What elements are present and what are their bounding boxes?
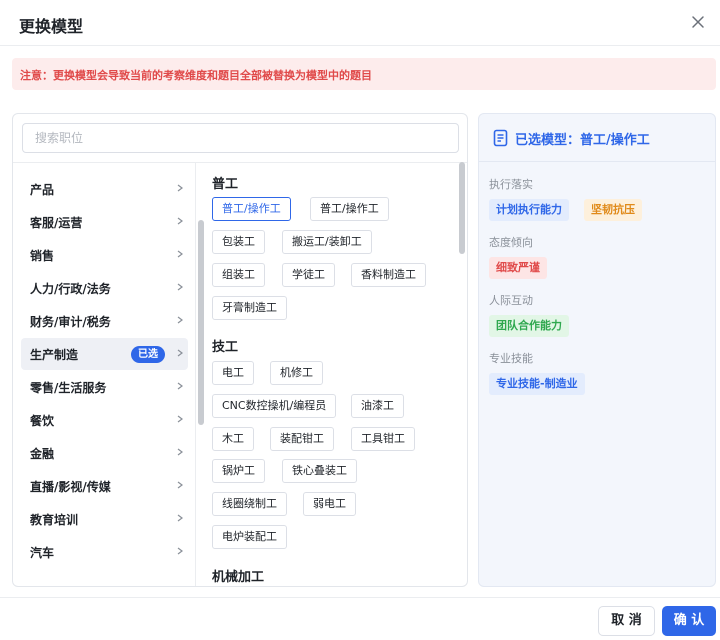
job-selector-panel: 产品 客服/运营 销售 人力/行政/法务 财务/审计/税务 生产制造 已选 零售… xyxy=(12,113,468,587)
category-label: 教育培训 xyxy=(30,513,79,527)
category-item[interactable]: 金融 xyxy=(21,437,188,469)
category-item[interactable]: 客服/运营 xyxy=(21,206,188,238)
category-item[interactable]: 直播/影视/传媒 xyxy=(21,470,188,502)
category-label: 直播/影视/传媒 xyxy=(30,480,111,494)
chevron-right-icon xyxy=(177,184,183,192)
job-chip[interactable]: 电炉装配工 xyxy=(212,525,287,549)
job-list: 普工 普工/操作工 普工/操作工 包装工 搬运工/装卸工 组装工 学徒工 香料制… xyxy=(196,163,458,586)
warning-banner: 注意：更换模型会导致当前的考察维度和题目全部被替换为模型中的题目 xyxy=(12,58,716,90)
selected-badge: 已选 xyxy=(131,346,165,363)
dialog-header: 更换模型 xyxy=(0,0,720,46)
job-chip[interactable]: 组装工 xyxy=(212,263,265,287)
chevron-right-icon xyxy=(177,382,183,390)
section-label: 执行落实 xyxy=(489,178,533,191)
dimension-tag: 专业技能-制造业 xyxy=(489,373,585,395)
chevron-right-icon xyxy=(177,514,183,522)
category-label: 生产制造 xyxy=(30,348,79,362)
category-label: 销售 xyxy=(30,249,55,263)
chevron-right-icon xyxy=(177,349,183,357)
chevron-right-icon xyxy=(177,283,183,291)
category-label: 人力/行政/法务 xyxy=(30,282,111,296)
category-item[interactable]: 汽车 xyxy=(21,536,188,568)
selected-model-header: 已选模型：普工/操作工 xyxy=(479,114,715,162)
document-icon xyxy=(493,129,508,147)
section-label: 态度倾向 xyxy=(489,236,533,249)
job-chip[interactable]: 弱电工 xyxy=(303,492,356,516)
job-chip[interactable]: 搬运工/装卸工 xyxy=(282,230,372,254)
category-label: 汽车 xyxy=(30,546,55,560)
close-icon[interactable] xyxy=(688,12,708,32)
category-item[interactable]: 教育培训 xyxy=(21,503,188,535)
chevron-right-icon xyxy=(177,481,183,489)
confirm-button[interactable]: 确 认 xyxy=(662,606,716,636)
category-item[interactable]: 销售 xyxy=(21,239,188,271)
category-item[interactable]: 零售/生活服务 xyxy=(21,371,188,403)
section-label: 专业技能 xyxy=(489,352,533,365)
search-input[interactable] xyxy=(22,123,459,153)
dimension-tag: 细致严谨 xyxy=(489,257,547,279)
job-chip[interactable]: 铁心叠装工 xyxy=(282,459,357,483)
job-group-title: 机械加工 xyxy=(212,570,265,585)
chevron-right-icon xyxy=(177,448,183,456)
section-label: 人际互动 xyxy=(489,294,533,307)
category-item-active[interactable]: 生产制造 已选 xyxy=(21,338,188,370)
chevron-right-icon xyxy=(177,217,183,225)
category-label: 餐饮 xyxy=(30,414,55,428)
category-item[interactable]: 餐饮 xyxy=(21,404,188,436)
chevron-right-icon xyxy=(177,250,183,258)
job-chip[interactable]: 锅炉工 xyxy=(212,459,265,483)
job-group-title: 技工 xyxy=(212,340,239,355)
job-chip[interactable]: 油漆工 xyxy=(351,394,404,418)
category-item[interactable]: 人力/行政/法务 xyxy=(21,272,188,304)
job-chip-selected[interactable]: 普工/操作工 xyxy=(212,197,291,221)
job-chip[interactable]: 木工 xyxy=(212,427,254,451)
chevron-right-icon xyxy=(177,415,183,423)
job-chip[interactable]: 牙膏制造工 xyxy=(212,296,287,320)
category-item[interactable]: 产品 xyxy=(21,173,188,205)
job-group-title: 普工 xyxy=(212,177,239,192)
category-label: 财务/审计/税务 xyxy=(30,315,111,329)
dialog-title: 更换模型 xyxy=(19,17,84,36)
category-label: 金融 xyxy=(30,447,55,461)
warning-text: 注意：更换模型会导致当前的考察维度和题目全部被替换为模型中的题目 xyxy=(20,69,372,82)
selected-model-title: 已选模型：普工/操作工 xyxy=(515,133,650,148)
job-chip[interactable]: 香料制造工 xyxy=(351,263,426,287)
footer-divider xyxy=(0,597,720,598)
category-label: 客服/运营 xyxy=(30,216,83,230)
dimension-tag: 坚韧抗压 xyxy=(584,199,642,221)
chevron-right-icon xyxy=(177,316,183,324)
cancel-button[interactable]: 取 消 xyxy=(598,606,655,636)
job-chip[interactable]: 电工 xyxy=(212,361,254,385)
job-chip[interactable]: 装配钳工 xyxy=(270,427,334,451)
job-chip[interactable]: CNC数控操机/编程员 xyxy=(212,394,337,418)
category-label: 零售/生活服务 xyxy=(30,381,107,395)
job-chip[interactable]: 包装工 xyxy=(212,230,265,254)
dimension-tag: 计划执行能力 xyxy=(489,199,569,221)
category-list: 产品 客服/运营 销售 人力/行政/法务 财务/审计/税务 生产制造 已选 零售… xyxy=(13,163,196,586)
selected-model-panel: 已选模型：普工/操作工 执行落实 计划执行能力 坚韧抗压 态度倾向 细致严谨 人… xyxy=(478,113,716,587)
category-item[interactable]: 财务/审计/税务 xyxy=(21,305,188,337)
dimension-tag: 团队合作能力 xyxy=(489,315,569,337)
job-list-scrollbar[interactable] xyxy=(459,162,465,254)
chevron-right-icon xyxy=(177,547,183,555)
job-chip[interactable]: 工具钳工 xyxy=(351,427,415,451)
job-chip[interactable]: 普工/操作工 xyxy=(310,197,389,221)
job-chip[interactable]: 线圈绕制工 xyxy=(212,492,287,516)
job-chip[interactable]: 机修工 xyxy=(270,361,323,385)
job-chip[interactable]: 学徒工 xyxy=(282,263,335,287)
category-label: 产品 xyxy=(30,183,55,197)
